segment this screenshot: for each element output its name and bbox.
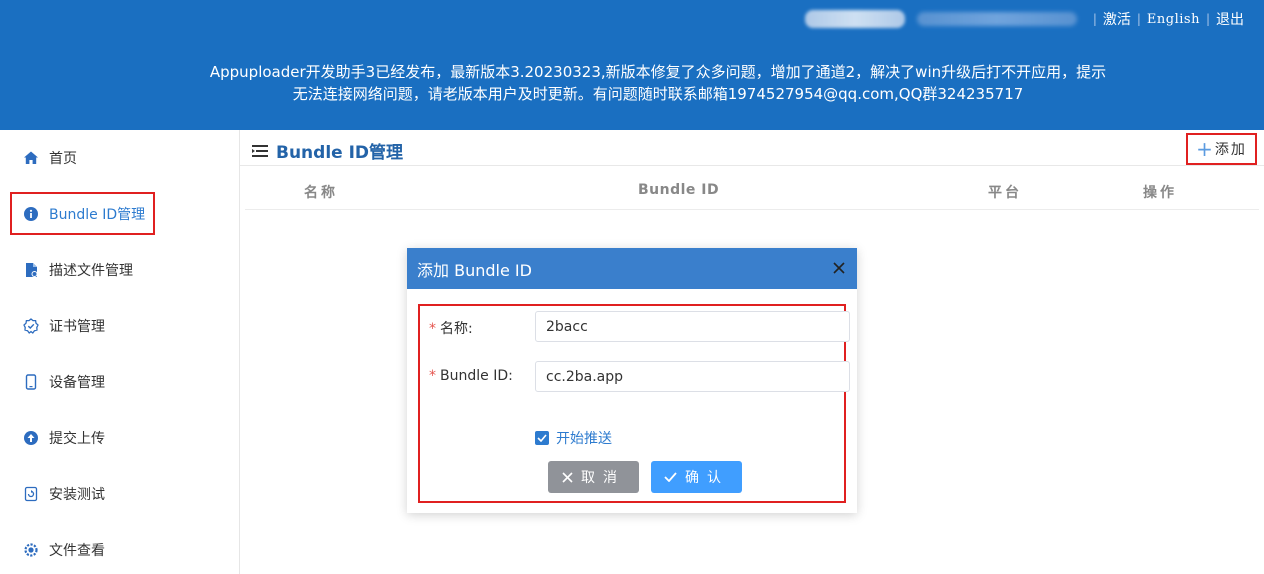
bundle-id-field-label: * Bundle ID: xyxy=(429,368,513,384)
announcement-line-2: 无法连接网络问题，请老版本用户及时更新。有问题随时联系邮箱1974527954@… xyxy=(292,85,1024,103)
sidebar-item-certificates[interactable]: 证书管理 xyxy=(22,316,105,336)
menu-list-icon xyxy=(252,144,268,157)
add-button-label: 添加 xyxy=(1214,142,1247,158)
gear-icon xyxy=(22,541,40,559)
phone-icon xyxy=(22,373,40,391)
sidebar-item-home[interactable]: 首页 xyxy=(22,148,77,168)
sidebar-item-label: 安装测试 xyxy=(49,487,105,503)
table-header-divider xyxy=(245,209,1259,210)
page-title-text: Bundle ID管理 xyxy=(276,143,404,163)
push-checkbox[interactable]: 开始推送 xyxy=(535,428,612,448)
cancel-button[interactable]: 取消 xyxy=(548,461,639,493)
column-header-platform: 平台 xyxy=(988,185,1022,201)
page-title: Bundle ID管理 xyxy=(252,138,403,163)
sidebar-item-bundle-id[interactable]: Bundle ID管理 xyxy=(22,204,145,224)
check-icon xyxy=(664,472,677,482)
sidebar-item-devices[interactable]: 设备管理 xyxy=(22,372,105,392)
close-icon xyxy=(562,471,573,483)
account-email-redacted xyxy=(916,12,1077,26)
push-checkbox-label: 开始推送 xyxy=(556,431,612,447)
column-header-actions: 操作 xyxy=(1143,185,1177,201)
sidebar-item-install-test[interactable]: 安装测试 xyxy=(22,484,105,504)
app-header: | 激活 | English | 退出 Appuploader开发助手3已经发布… xyxy=(0,0,1264,130)
bundle-id-input[interactable] xyxy=(535,361,850,392)
sidebar: 首页 Bundle ID管理 描述文件管理 证书管理 设备管理 提交上传 安装测… xyxy=(0,130,240,574)
sidebar-item-label: 描述文件管理 xyxy=(49,263,133,279)
sidebar-item-label: Bundle ID管理 xyxy=(49,207,146,223)
close-icon[interactable] xyxy=(833,262,845,274)
activate-link[interactable]: 激活 xyxy=(1103,9,1131,29)
certificate-icon xyxy=(22,317,40,335)
install-icon xyxy=(22,485,40,503)
sidebar-item-label: 首页 xyxy=(49,151,77,167)
sidebar-item-label: 证书管理 xyxy=(49,319,105,335)
file-icon xyxy=(22,261,40,279)
home-icon xyxy=(22,149,40,167)
sidebar-item-profiles[interactable]: 描述文件管理 xyxy=(22,260,133,280)
checkbox-checked-icon xyxy=(535,431,549,445)
confirm-button-label: 确认 xyxy=(685,470,729,486)
add-bundle-id-dialog: 添加 Bundle ID *名称: *Bundle ID: 开始推送 取消 确认 xyxy=(407,248,857,513)
sidebar-item-label: 提交上传 xyxy=(49,431,105,447)
form-highlight: *名称: *Bundle ID: 开始推送 取消 确认 xyxy=(418,304,850,503)
announcement-line-1: Appuploader开发助手3已经发布，最新版本3.20230323,新版本修… xyxy=(209,63,1107,81)
username-redacted xyxy=(804,10,905,28)
info-icon xyxy=(22,205,40,223)
name-input[interactable] xyxy=(535,311,850,342)
sidebar-item-files[interactable]: 文件查看 xyxy=(22,540,105,560)
announcement: Appuploader开发助手3已经发布，最新版本3.20230323,新版本修… xyxy=(0,61,1264,105)
dialog-header: 添加 Bundle ID xyxy=(407,248,857,289)
sidebar-item-upload[interactable]: 提交上传 xyxy=(22,428,105,448)
top-user-bar: | 激活 | English | 退出 xyxy=(804,9,1244,29)
logout-link[interactable]: 退出 xyxy=(1216,9,1244,29)
english-link[interactable]: English xyxy=(1147,12,1200,27)
confirm-button[interactable]: 确认 xyxy=(651,461,742,493)
upload-icon xyxy=(22,429,40,447)
sidebar-item-label: 设备管理 xyxy=(49,375,105,391)
dialog-title: 添加 Bundle ID xyxy=(417,260,532,280)
column-header-bundle-id: Bundle ID xyxy=(638,182,720,198)
name-field-label: * 名称: xyxy=(429,321,473,337)
plus-icon: + xyxy=(1196,137,1213,161)
add-button[interactable]: + 添加 xyxy=(1186,133,1257,165)
sidebar-item-label: 文件查看 xyxy=(49,543,105,559)
cancel-button-label: 取消 xyxy=(581,470,625,486)
column-header-name: 名称 xyxy=(304,185,338,201)
title-divider xyxy=(240,165,1264,166)
